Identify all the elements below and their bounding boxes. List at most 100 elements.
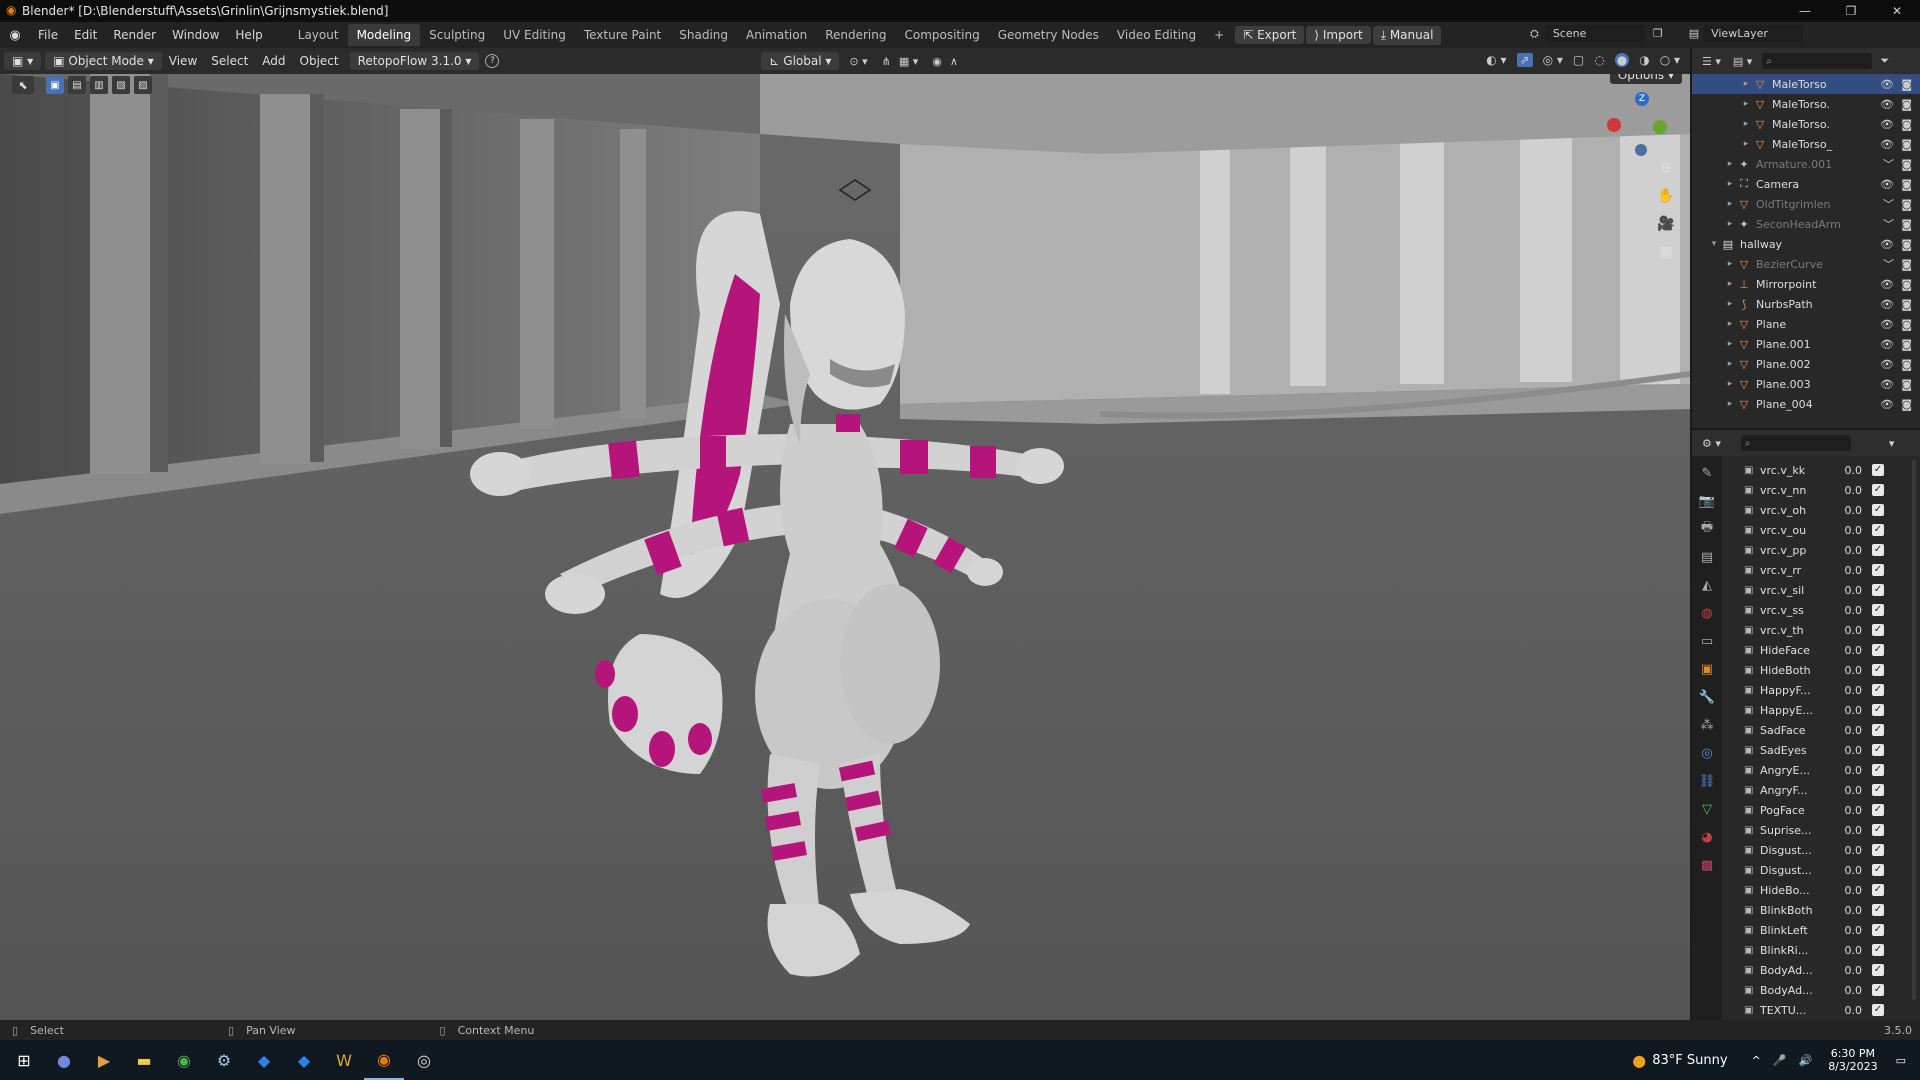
tab-shading[interactable]: Shading xyxy=(670,24,737,46)
visibility-eye-icon[interactable]: ﹀ xyxy=(1883,196,1894,212)
shape-key-value[interactable]: 0.0 xyxy=(1832,524,1863,537)
outliner-row[interactable]: ▸ ▽ Plane_004 👁 ◙ xyxy=(1692,394,1920,414)
visibility-eye-icon[interactable]: ﹀ xyxy=(1883,256,1894,272)
outliner-row[interactable]: ▸ ▽ BezierCurve ﹀ ◙ xyxy=(1692,254,1920,274)
wireframe-shading-icon[interactable]: ◌ xyxy=(1594,53,1604,67)
close-icon[interactable]: ✕ xyxy=(1874,0,1920,22)
tab-video-editing[interactable]: Video Editing xyxy=(1108,24,1205,46)
menu-render[interactable]: Render xyxy=(105,28,164,42)
select-intersect-icon[interactable]: ▨ xyxy=(134,76,152,94)
shape-key-value[interactable]: 0.0 xyxy=(1832,944,1863,957)
select-tool-icon[interactable]: ⬉ xyxy=(12,76,34,94)
visibility-eye-icon[interactable]: 👁 xyxy=(1880,138,1894,151)
tray-chevron-icon[interactable]: ^ xyxy=(1752,1054,1761,1067)
shape-key-mute-checkbox[interactable]: ✓ xyxy=(1872,784,1884,796)
shape-key-value[interactable]: 0.0 xyxy=(1832,764,1863,777)
steam-icon[interactable]: ⚙ xyxy=(204,1040,244,1080)
shape-key-row[interactable]: ▣ vrc.v_sil 0.0 ✓ xyxy=(1744,580,1916,600)
shape-key-row[interactable]: ▣ BlinkLeft 0.0 ✓ xyxy=(1744,920,1916,940)
help-icon[interactable]: ? xyxy=(485,54,500,68)
shape-key-scrollbar[interactable] xyxy=(1912,460,1916,1000)
shape-key-value[interactable]: 0.0 xyxy=(1832,924,1863,937)
render-camera-icon[interactable]: ◙ xyxy=(1901,158,1912,171)
add-workspace-icon[interactable]: + xyxy=(1205,24,1233,46)
shape-key-row[interactable]: ▣ BodyAd... 0.0 ✓ xyxy=(1744,980,1916,1000)
shape-key-mute-checkbox[interactable]: ✓ xyxy=(1872,824,1884,836)
options-dropdown[interactable]: Options ▾ xyxy=(1609,74,1682,84)
shape-key-mute-checkbox[interactable]: ✓ xyxy=(1872,644,1884,656)
shape-key-row[interactable]: ▣ vrc.v_th 0.0 ✓ xyxy=(1744,620,1916,640)
new-scene-icon[interactable]: ❐ xyxy=(1653,27,1663,40)
world-tab-icon[interactable]: ◍ xyxy=(1697,604,1717,622)
select-new-icon[interactable]: ▣ xyxy=(46,76,64,94)
shape-key-value[interactable]: 0.0 xyxy=(1832,1004,1863,1017)
expand-arrow-icon[interactable]: ▸ xyxy=(1724,259,1736,269)
visibility-eye-icon[interactable]: 👁 xyxy=(1880,358,1894,371)
render-camera-icon[interactable]: ◙ xyxy=(1901,258,1912,271)
expand-arrow-icon[interactable]: ▸ xyxy=(1724,319,1736,329)
weather-icon[interactable]: ● xyxy=(1632,1051,1646,1070)
menu-select[interactable]: Select xyxy=(204,54,255,68)
shape-key-value[interactable]: 0.0 xyxy=(1832,624,1863,637)
visibility-eye-icon[interactable]: 👁 xyxy=(1880,98,1894,111)
shape-key-mute-checkbox[interactable]: ✓ xyxy=(1872,684,1884,696)
shape-key-mute-checkbox[interactable]: ✓ xyxy=(1872,864,1884,876)
shape-key-mute-checkbox[interactable]: ✓ xyxy=(1872,624,1884,636)
blender-taskbar-icon[interactable]: ◉ xyxy=(364,1040,404,1080)
outliner-row[interactable]: ▸ ▽ Plane.003 👁 ◙ xyxy=(1692,374,1920,394)
shape-key-row[interactable]: ▣ Disgust... 0.0 ✓ xyxy=(1744,840,1916,860)
volume-icon[interactable]: 🔊 xyxy=(1798,1054,1812,1067)
chrome-icon[interactable]: ◉ xyxy=(164,1040,204,1080)
shape-key-mute-checkbox[interactable]: ✓ xyxy=(1872,544,1884,556)
expand-arrow-icon[interactable]: ▸ xyxy=(1724,299,1736,309)
properties-editor-icon[interactable]: ⚙ ▾ xyxy=(1702,437,1721,450)
shape-key-mute-checkbox[interactable]: ✓ xyxy=(1872,924,1884,936)
shape-key-row[interactable]: ▣ vrc.v_ou 0.0 ✓ xyxy=(1744,520,1916,540)
visibility-eye-icon[interactable]: 👁 xyxy=(1880,118,1894,131)
menu-add[interactable]: Add xyxy=(255,54,292,68)
zoom-icon[interactable]: ⊕ xyxy=(1654,156,1678,180)
shape-key-value[interactable]: 0.0 xyxy=(1832,584,1863,597)
shape-key-mute-checkbox[interactable]: ✓ xyxy=(1872,724,1884,736)
shape-key-value[interactable]: 0.0 xyxy=(1832,504,1863,517)
shape-key-mute-checkbox[interactable]: ✓ xyxy=(1872,604,1884,616)
tab-compositing[interactable]: Compositing xyxy=(895,24,988,46)
discord-icon[interactable]: ● xyxy=(44,1040,84,1080)
pan-hand-icon[interactable]: ✋ xyxy=(1654,184,1678,208)
shape-key-row[interactable]: ▣ vrc.v_nn 0.0 ✓ xyxy=(1744,480,1916,500)
shape-key-row[interactable]: ▣ AngryF... 0.0 ✓ xyxy=(1744,780,1916,800)
shape-key-row[interactable]: ▣ BlinkBoth 0.0 ✓ xyxy=(1744,900,1916,920)
visibility-eye-icon[interactable]: 👁 xyxy=(1880,278,1894,291)
render-camera-icon[interactable]: ◙ xyxy=(1901,298,1912,311)
gizmo-toggle-icon[interactable]: ⇗ xyxy=(1516,53,1533,67)
neg-z-axis-icon[interactable] xyxy=(1635,144,1647,156)
constraints-tab-icon[interactable]: ⛓ xyxy=(1697,772,1717,790)
outliner-row[interactable]: ▸ ▽ MaleTorso_ 👁 ◙ xyxy=(1692,134,1920,154)
notification-icon[interactable]: ▭ xyxy=(1896,1054,1906,1067)
material-tab-icon[interactable]: ◕ xyxy=(1697,828,1717,846)
shape-key-row[interactable]: ▣ AngryE... 0.0 ✓ xyxy=(1744,760,1916,780)
outliner-row[interactable]: ▸ ▽ MaleTorso. 👁 ◙ xyxy=(1692,114,1920,134)
expand-arrow-icon[interactable]: ▸ xyxy=(1740,99,1752,109)
shape-key-value[interactable]: 0.0 xyxy=(1832,964,1863,977)
app-blue-1-icon[interactable]: ◆ xyxy=(244,1040,284,1080)
camera-view-icon[interactable]: 🎥 xyxy=(1654,212,1678,236)
shape-key-row[interactable]: ▣ vrc.v_kk 0.0 ✓ xyxy=(1744,460,1916,480)
visibility-eye-icon[interactable]: 👁 xyxy=(1880,178,1894,191)
clock[interactable]: 6:30 PM 8/3/2023 xyxy=(1828,1047,1877,1073)
snap-icon[interactable]: ⋔ xyxy=(882,55,891,68)
tab-rendering[interactable]: Rendering xyxy=(816,24,895,46)
tool-tab-icon[interactable]: ✎ xyxy=(1697,464,1717,482)
render-camera-icon[interactable]: ◙ xyxy=(1901,138,1912,151)
y-axis-icon[interactable] xyxy=(1653,120,1667,134)
shape-key-row[interactable]: ▣ HideBoth 0.0 ✓ xyxy=(1744,660,1916,680)
shape-key-mute-checkbox[interactable]: ✓ xyxy=(1872,764,1884,776)
shape-key-value[interactable]: 0.0 xyxy=(1832,804,1863,817)
shape-key-value[interactable]: 0.0 xyxy=(1832,644,1863,657)
scene-icon[interactable]: ⛭ xyxy=(1530,27,1539,41)
menu-edit[interactable]: Edit xyxy=(66,28,105,42)
xray-icon[interactable]: ▢ xyxy=(1573,53,1584,67)
outliner-row[interactable]: ▾ ▤ hallway 👁 ◙ xyxy=(1692,234,1920,254)
render-camera-icon[interactable]: ◙ xyxy=(1901,358,1912,371)
shape-key-value[interactable]: 0.0 xyxy=(1832,544,1863,557)
